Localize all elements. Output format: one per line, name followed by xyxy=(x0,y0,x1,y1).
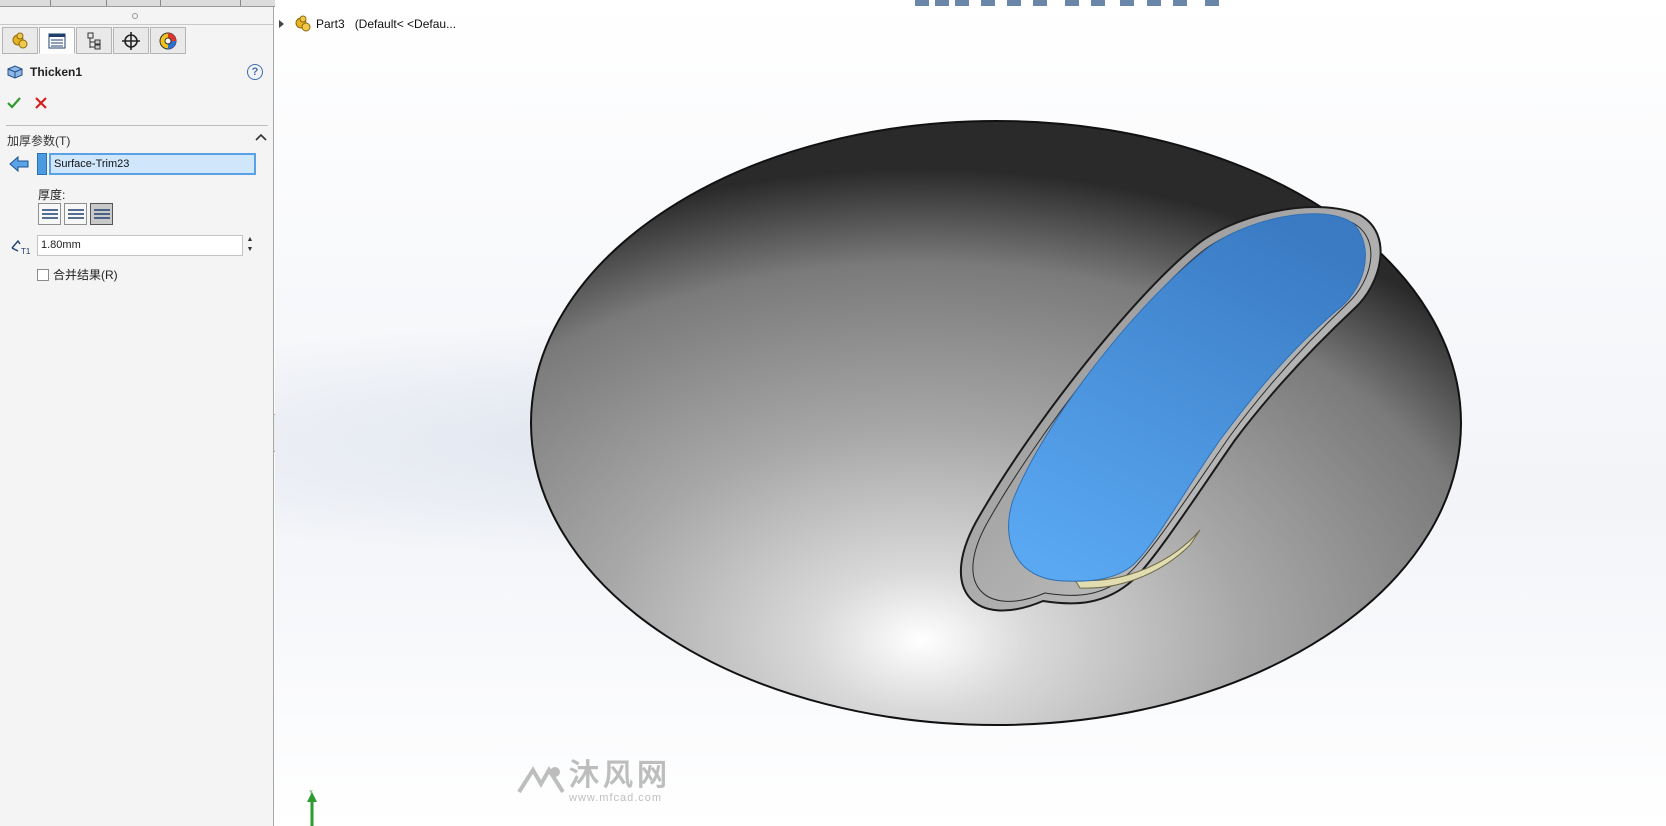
surface-selection-box[interactable]: Surface-Trim23 xyxy=(49,153,256,175)
tab-configuration-manager[interactable] xyxy=(76,27,112,54)
thicken-side-1-icon xyxy=(41,209,58,219)
watermark-logo-icon xyxy=(517,766,565,794)
selection-color-swatch xyxy=(37,153,47,175)
feature-title: Thicken1 xyxy=(6,63,82,81)
tab-feature-manager[interactable] xyxy=(2,27,38,54)
tab-dimxpert-manager[interactable] xyxy=(113,27,149,54)
thicken-params-title[interactable]: 加厚参数(T) xyxy=(7,132,70,149)
close-icon[interactable] xyxy=(33,95,49,111)
watermark: 沐风网 www.mfcad.com xyxy=(515,760,671,804)
thickness-t1-icon: T1 xyxy=(11,239,31,256)
divider xyxy=(0,24,273,25)
divider xyxy=(6,125,268,126)
merge-result-label: 合并结果(R) xyxy=(53,268,118,282)
feature-manager-icon xyxy=(12,32,28,48)
part-name[interactable]: Part3 xyxy=(316,17,345,31)
thickness-input[interactable]: 1.80mm xyxy=(37,235,243,256)
reference-triad: Y xyxy=(307,790,317,826)
thicken-side-2-button[interactable] xyxy=(90,203,113,225)
part-icon xyxy=(295,15,311,32)
spin-up-icon[interactable]: ▲ xyxy=(244,235,256,245)
svg-text:Y: Y xyxy=(309,790,313,796)
property-manager-icon xyxy=(48,33,66,48)
watermark-text: 沐风网 xyxy=(569,759,671,792)
panel-tabs xyxy=(2,27,187,55)
merge-result-checkbox[interactable] xyxy=(37,268,49,281)
part-configuration: (Default< <Defau... xyxy=(354,17,457,31)
dimxpert-manager-icon xyxy=(122,31,140,50)
feature-name: Thicken1 xyxy=(30,65,83,79)
thickness-label: 厚度: xyxy=(38,188,66,202)
expand-arrow-icon[interactable] xyxy=(279,20,284,28)
graphics-viewport[interactable]: Part3 (Default< <Defau... Y 沐风网 www.mfca… xyxy=(275,0,1666,826)
thicken-both-sides-icon xyxy=(67,209,84,219)
display-manager-icon xyxy=(159,32,177,49)
thicken-side-options xyxy=(38,203,116,225)
watermark-url: www.mfcad.com xyxy=(569,792,663,804)
merge-result-option[interactable]: 合并结果(R) xyxy=(37,266,118,283)
configuration-manager-icon xyxy=(87,32,101,49)
svg-text:T1: T1 xyxy=(21,247,31,256)
panel-grip[interactable] xyxy=(132,13,138,19)
chevron-up-icon[interactable] xyxy=(254,131,268,143)
thicken-both-sides-button[interactable] xyxy=(64,203,87,225)
tab-display-manager[interactable] xyxy=(150,27,186,54)
feature-tree-flyout[interactable]: Part3 (Default< <Defau... xyxy=(279,15,456,33)
face-select-icon xyxy=(9,155,29,173)
3d-model xyxy=(530,120,1462,726)
help-icon[interactable]: ? xyxy=(247,64,263,80)
thicken-side-1-button[interactable] xyxy=(38,203,61,225)
spin-down-icon[interactable]: ▼ xyxy=(244,245,256,255)
thicken-feature-icon xyxy=(7,65,23,79)
checkmark-icon[interactable] xyxy=(6,95,22,111)
thickness-spinner[interactable]: ▲ ▼ xyxy=(244,235,256,256)
property-manager-panel: Thicken1 ? 加厚参数(T) Surface-Trim23 厚度: T1… xyxy=(0,7,274,826)
thicken-side-2-icon xyxy=(93,209,110,219)
tab-property-manager[interactable] xyxy=(39,27,75,54)
